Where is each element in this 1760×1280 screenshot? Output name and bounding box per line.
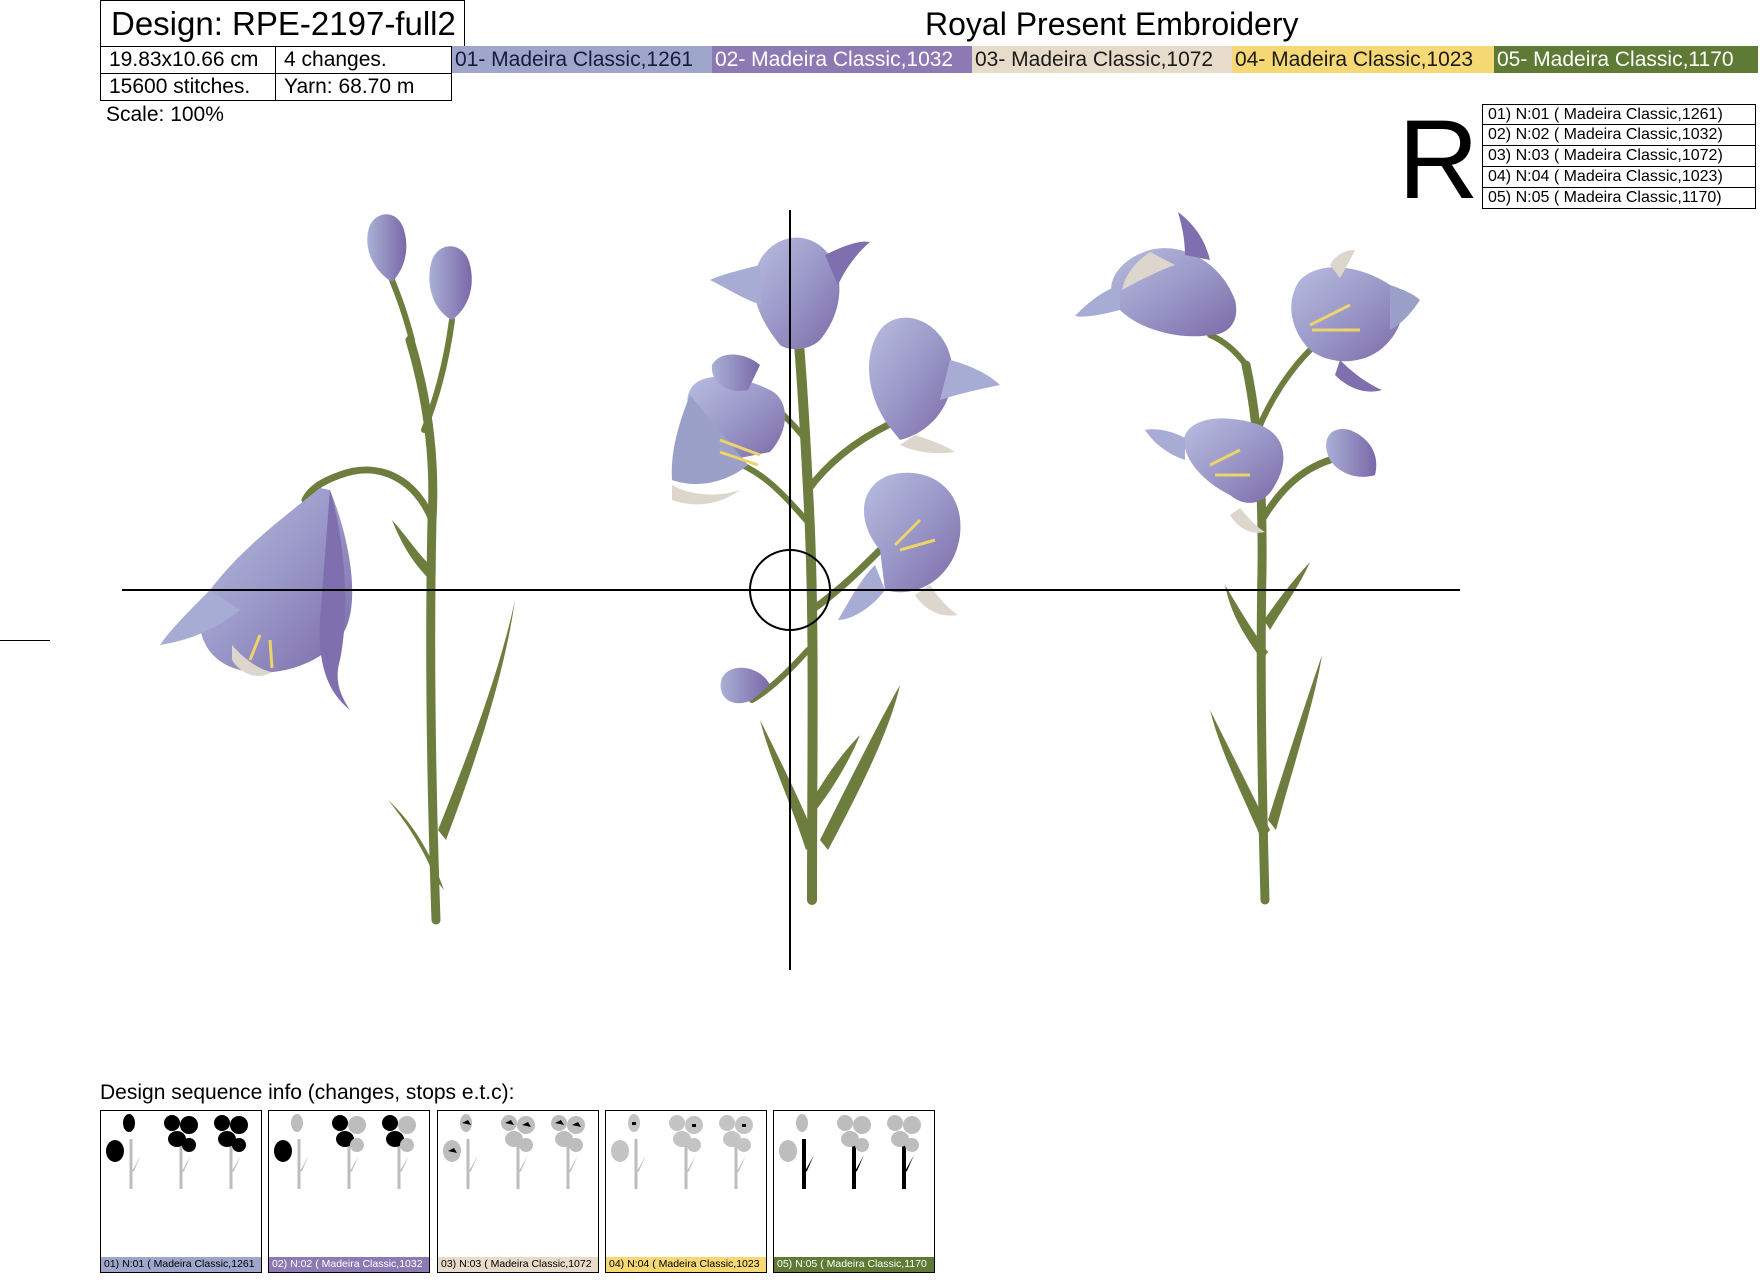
thumbnail-flower xyxy=(180,1116,198,1134)
thumbnail-flower xyxy=(737,1138,751,1152)
stitches-value: 15600 stitches. xyxy=(101,74,276,101)
thumbnail-flower xyxy=(164,1115,180,1131)
embroidery-preview xyxy=(122,210,1460,970)
thumbnail-stamen xyxy=(742,1124,746,1127)
thumbnail-flower xyxy=(569,1138,583,1152)
thumbnail-flower xyxy=(400,1138,414,1152)
legend-row-1: 01) N:01 ( Madeira Classic,1261) xyxy=(1482,104,1756,125)
sequence-step-5: 05) N:05 ( Madeira Classic,1170 xyxy=(773,1110,935,1273)
bud xyxy=(1326,429,1377,477)
thumbnail-flower xyxy=(123,1114,135,1132)
right-bellflower-plant xyxy=(1075,212,1420,905)
sequence-label: Design sequence info (changes, stops e.t… xyxy=(100,1081,515,1104)
thumbnail-flower xyxy=(230,1116,248,1134)
center-bellflower-plant xyxy=(671,237,1000,905)
sequence-step-caption: 04) N:04 ( Madeira Classic,1023 xyxy=(606,1257,766,1272)
thumbnail-flower xyxy=(669,1115,685,1131)
yarn-value: Yarn: 68.70 m xyxy=(284,75,415,98)
changes-value: 4 changes. xyxy=(276,47,452,74)
thumbnail-stamen xyxy=(632,1122,636,1125)
sequence-step-caption: 03) N:03 ( Madeira Classic,1072 xyxy=(438,1257,598,1272)
bell-flower xyxy=(671,376,785,505)
sequence-thumbnail xyxy=(106,1114,248,1189)
legend-row-2: 02) N:02 ( Madeira Classic,1032) xyxy=(1482,125,1756,146)
thread-color-bar: 01- Madeira Classic,1261 02- Madeira Cla… xyxy=(452,46,1758,73)
thumbnail-flower xyxy=(887,1115,903,1131)
bell-flower xyxy=(838,472,961,620)
legend-row-3: 03) N:03 ( Madeira Classic,1072) xyxy=(1482,146,1756,167)
left-bellflower-plant xyxy=(160,214,515,925)
thumbnail-flower xyxy=(796,1114,808,1132)
thumbnail-flower xyxy=(687,1138,701,1152)
thumbnail-flower xyxy=(182,1138,196,1152)
thumbnail-flower xyxy=(106,1140,124,1162)
thumbnail-flower xyxy=(332,1115,348,1131)
sequence-thumbnail xyxy=(779,1114,921,1189)
brand-title: Royal Present Embroidery xyxy=(925,6,1299,42)
sequence-step-4: 04) N:04 ( Madeira Classic,1023 xyxy=(605,1110,767,1273)
scale-label: Scale: 100% xyxy=(106,103,224,126)
thread-swatch-4: 04- Madeira Classic,1023 xyxy=(1232,46,1494,73)
thread-swatch-1: 01- Madeira Classic,1261 xyxy=(452,46,712,73)
thumbnail-flower xyxy=(382,1115,398,1131)
sequence-thumbnail xyxy=(443,1114,585,1189)
thumbnail-flower xyxy=(779,1140,797,1162)
sequence-step-caption: 02) N:02 ( Madeira Classic,1032 xyxy=(269,1257,429,1272)
thumbnail-flower xyxy=(905,1138,919,1152)
center-crosshair xyxy=(122,210,1460,970)
bud xyxy=(367,214,472,320)
thumbnail-flower xyxy=(291,1114,303,1132)
thumbnail-flower xyxy=(903,1116,921,1134)
bell-flower xyxy=(868,317,1000,454)
bell-flower xyxy=(1075,212,1237,337)
thumbnail-flower xyxy=(214,1115,230,1131)
sequence-thumbnail xyxy=(274,1114,416,1189)
legend-row-4: 04) N:04 ( Madeira Classic,1023) xyxy=(1482,167,1756,188)
sequence-step-caption: 01) N:01 ( Madeira Classic,1261 xyxy=(101,1257,261,1272)
thumbnail-flower xyxy=(719,1115,735,1131)
sequence-step-1: 01) N:01 ( Madeira Classic,1261 xyxy=(100,1110,262,1273)
bell-flower xyxy=(1291,250,1420,392)
thread-swatch-2: 02- Madeira Classic,1032 xyxy=(712,46,972,73)
thumbnail-flower xyxy=(519,1138,533,1152)
bell-flower xyxy=(160,488,353,710)
thread-swatch-3: 03- Madeira Classic,1072 xyxy=(972,46,1232,73)
thumbnail-flower xyxy=(853,1116,871,1134)
thumbnail-flower xyxy=(837,1115,853,1131)
sequence-thumbnail xyxy=(611,1114,753,1189)
design-title: Design: RPE-2197-full2 xyxy=(100,0,465,47)
thumbnail-flower xyxy=(348,1116,366,1134)
thumbnail-flower xyxy=(855,1138,869,1152)
sequence-step-2: 02) N:02 ( Madeira Classic,1032 xyxy=(268,1110,430,1273)
thread-swatch-5: 05- Madeira Classic,1170 xyxy=(1494,46,1758,73)
thumbnail-stamen xyxy=(692,1124,696,1127)
thumbnail-flower xyxy=(274,1140,292,1162)
dimensions-value: 19.83x10.66 cm xyxy=(101,47,276,74)
sequence-step-3: 03) N:03 ( Madeira Classic,1072 xyxy=(437,1110,599,1273)
design-info-table: 19.83x10.66 cm 4 changes. 15600 stitches… xyxy=(100,46,452,101)
thumbnail-flower xyxy=(350,1138,364,1152)
sequence-step-caption: 05) N:05 ( Madeira Classic,1170 xyxy=(774,1257,934,1272)
thumbnail-flower xyxy=(398,1116,416,1134)
thumbnail-flower xyxy=(611,1140,629,1162)
thumbnail-flower xyxy=(232,1138,246,1152)
